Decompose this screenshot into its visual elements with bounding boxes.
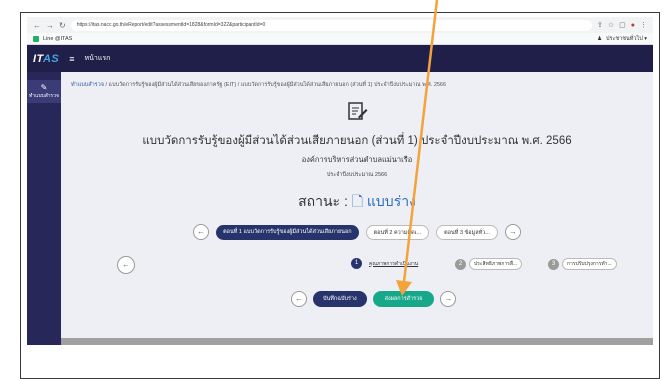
reload-icon[interactable]: ↻ [59,21,66,30]
organization-name: องค์การบริหารส่วนตำบลแม่นาเรือ [301,155,413,164]
share-icon[interactable]: ⇪ [597,21,603,29]
browser-window: ← → ↻ https://itas.nacc.go.th/eReport/ed… [27,17,653,345]
document-edit-icon [61,100,653,126]
tab-part-2[interactable]: ตอนที่ 2 ความคิดเ... [365,224,430,240]
section-1[interactable]: 1 คุณภาพการดำเนินงาน [351,258,422,269]
itas-logo[interactable]: ITAS [33,53,59,65]
main-content: ทำแบบสำรวจ / แบบวัดการรับรู้ของผู้มีส่วน… [61,72,653,345]
profile-icon[interactable]: ● [631,22,635,29]
prev-page-button[interactable]: ← [291,291,307,307]
back-icon[interactable]: ← [33,21,41,30]
section-stepper: ← 1 คุณภาพการดำเนินงาน 2 ประสิทธิภาพการส… [105,256,653,274]
form-title: แบบวัดการรับรู้ของผู้มีส่วนได้ส่วนเสียภา… [142,135,572,147]
user-type-menu[interactable]: ประชาชนทั่วไป ▾ [606,35,647,43]
home-link[interactable]: หน้าแรก [85,53,111,64]
file-icon: 🗋 [351,193,363,209]
tab-part-3[interactable]: ตอนที่ 3 ข้อมูลทั่ว... [436,224,498,240]
app-header: ITAS ≡ หน้าแรก [27,45,653,72]
save-draft-button[interactable]: บันทึกฉบับร่าง [313,291,367,307]
screenshot-frame: ← → ↻ https://itas.nacc.go.th/eReport/ed… [20,12,660,379]
next-part-button[interactable]: → [504,224,521,240]
edit-icon: ✎ [40,83,48,92]
status-row: สถานะ : 🗋 แบบร่าง [298,193,416,209]
status-badge: แบบร่าง [366,193,416,209]
section-2[interactable]: 2 ประสิทธิภาพการสื... [455,258,523,270]
section-3[interactable]: 3 การปรับปรุงการทำ... [548,258,617,270]
star-icon[interactable]: ☆ [608,21,614,29]
bookmarks-bar: Line @ITAS ♟ ประชาชนทั่วไป ▾ [27,33,653,45]
breadcrumb-link[interactable]: ทำแบบสำรวจ [71,82,104,88]
user-icon: ♟ [597,35,603,42]
fiscal-year: ประจำปีงบประมาณ 2566 [326,172,388,178]
url-field[interactable]: https://itas.nacc.go.th/eReport/edit?ass… [70,19,592,31]
prev-part-button[interactable]: ← [193,224,210,240]
forward-icon[interactable]: → [46,21,54,30]
address-bar-row: ← → ↻ https://itas.nacc.go.th/eReport/ed… [27,17,653,33]
bottom-scrollbar[interactable] [61,338,653,345]
next-page-button[interactable]: → [440,291,457,307]
hamburger-icon[interactable]: ≡ [69,54,74,64]
action-bar: ← บันทึกฉบับร่าง ส่งผลการสำรวจ → [291,291,457,307]
sidebar-item-survey[interactable]: ✎ ทำแบบสำรวจ [27,80,61,103]
prev-section-button[interactable]: ← [117,256,135,274]
line-icon [33,35,39,42]
part-tabs: ← ตอนที่ 1 แบบวัดการรับรู้ของผู้มีส่วนได… [61,224,653,240]
tab-part-1[interactable]: ตอนที่ 1 แบบวัดการรับรู้ของผู้มีส่วนได้ส… [216,224,359,240]
submit-survey-button[interactable]: ส่งผลการสำรวจ [372,291,435,307]
breadcrumb: ทำแบบสำรวจ / แบบวัดการรับรู้ของผู้มีส่วน… [71,82,447,88]
bookmark-line[interactable]: Line @ITAS [43,36,72,42]
sidebar: ✎ ทำแบบสำรวจ [27,72,61,345]
sidepanel-icon[interactable]: ▢ [619,21,626,29]
menu-dots-icon[interactable]: ⋮ [640,21,647,29]
